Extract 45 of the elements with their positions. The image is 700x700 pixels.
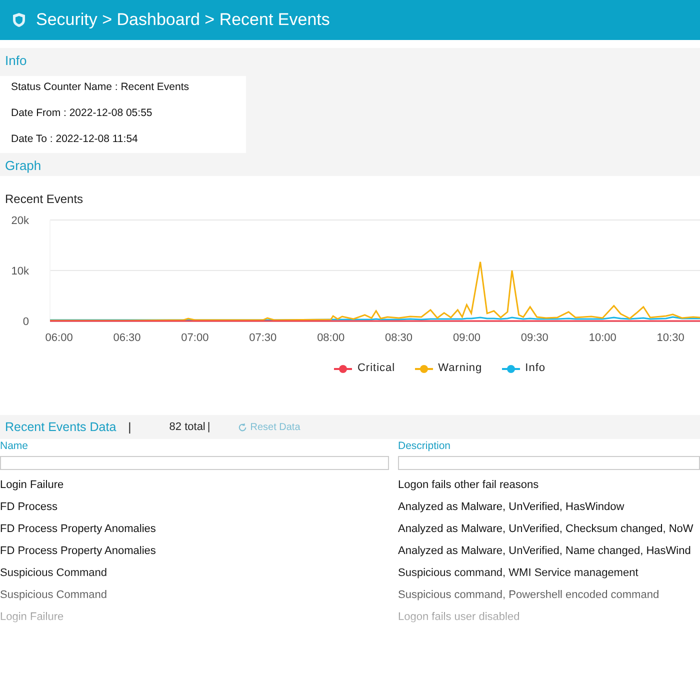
table-cell-text: FD Process: [0, 501, 58, 515]
axis-label: 10k: [11, 266, 29, 278]
legend-label[interactable]: Critical: [357, 362, 396, 374]
table-title: Recent Events Data: [5, 420, 116, 434]
table-cell-text: FD Process Property Anomalies: [0, 523, 157, 537]
table-cell-text: FD Process Property Anomalies: [0, 545, 157, 559]
axis-label: 10:00: [588, 332, 616, 344]
axis-label: 06:00: [45, 332, 73, 344]
divider-text: |: [207, 421, 210, 433]
legend-label[interactable]: Warning: [438, 362, 482, 374]
table-cell-text: Analyzed as Malware, UnVerified, Checksum changed, NoW: [398, 523, 694, 537]
divider-text: |: [128, 420, 132, 434]
axis-label: 08:30: [385, 332, 413, 344]
shield-icon: [12, 12, 26, 28]
chart-title: Recent Events: [5, 192, 84, 206]
table-cell-text: Logon fails user disabled: [398, 611, 521, 625]
refresh-icon: [238, 422, 248, 432]
info-text: Date To : 2022-12-08 11:54: [11, 133, 139, 145]
column-filter-field[interactable]: [398, 456, 700, 470]
axis-label: 09:00: [452, 332, 480, 344]
table-cell-text: Analyzed as Malware, UnVerified, HasWindow: [398, 501, 626, 515]
breadcrumb-title: Security > Dashboard > Recent Events: [36, 10, 330, 30]
section-title: Graph: [5, 158, 42, 173]
table-cell-text: Analyzed as Malware, UnVerified, Name changed, HasWind: [398, 545, 692, 559]
axis-label: 06:30: [113, 332, 141, 344]
section-title: Info: [5, 53, 27, 68]
axis-label: 10:30: [656, 332, 684, 344]
axis-label: 07:30: [249, 332, 277, 344]
axis-label: 08:00: [317, 332, 345, 344]
table-cell-text: Logon fails other fail reasons: [398, 479, 540, 493]
info-text: Status Counter Name : Recent Events: [11, 81, 190, 93]
table-cell-text: Suspicious command, Powershell encoded command: [398, 589, 660, 603]
axis-label: 20k: [11, 215, 29, 227]
table-cell-text: Login Failure: [0, 611, 65, 625]
axis-label: 0: [22, 316, 29, 328]
table-cell-text: Login Failure: [0, 479, 65, 493]
legend-label[interactable]: Info: [525, 362, 546, 374]
axis-label: 09:30: [520, 332, 548, 344]
axis-label: 07:00: [181, 332, 209, 344]
info-text: Date From : 2022-12-08 05:55: [11, 107, 154, 119]
column-filter-field[interactable]: [0, 456, 389, 470]
total-count: 82 total: [169, 421, 206, 433]
table-cell-text: Suspicious command, WMI Service management: [398, 567, 640, 581]
table-cell-text: Suspicious Command: [0, 589, 108, 603]
table-cell-text: Suspicious Command: [0, 567, 108, 581]
